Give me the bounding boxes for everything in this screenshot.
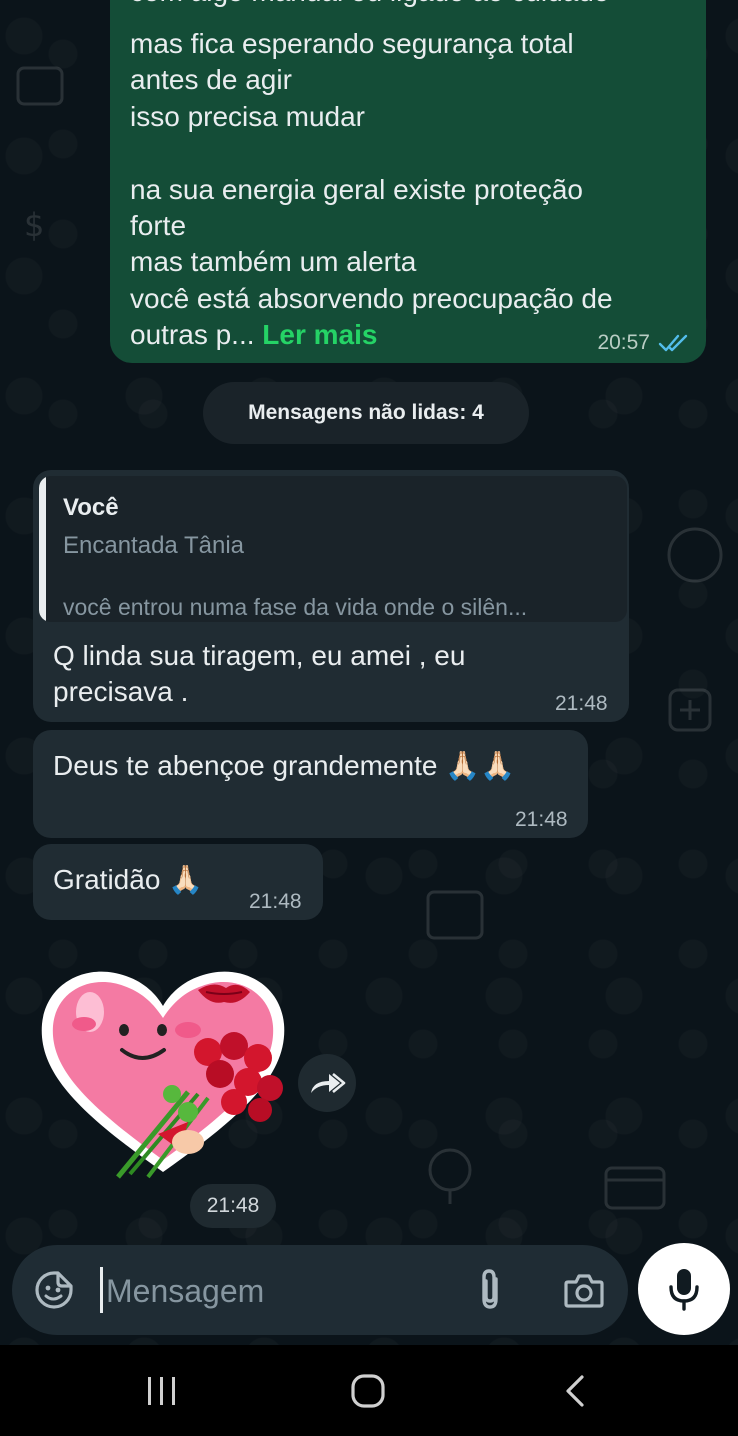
message-line	[130, 135, 690, 171]
home-icon[interactable]	[348, 1371, 388, 1411]
quote-author: Você	[63, 494, 119, 521]
quote-preview-text: você entrou numa fase da vida onde o sil…	[63, 594, 528, 620]
back-icon[interactable]	[560, 1373, 590, 1409]
message-line: isso precisa mudar	[130, 100, 365, 132]
wallpaper-doodle-icon	[426, 890, 484, 940]
incoming-message-bubble[interactable]: Gratidão 🙏🏻 21:48	[33, 844, 323, 920]
message-time: 20:57	[597, 331, 650, 354]
message-text: Q linda sua tiragem, eu amei , eu precis…	[53, 638, 465, 710]
sticker-emoji-icon[interactable]	[34, 1270, 74, 1310]
wallpaper-doodle-icon	[604, 1166, 666, 1210]
double-check-read-icon	[658, 334, 688, 352]
message-time: 21:48	[515, 808, 568, 831]
wallpaper-doodle-icon: $	[24, 206, 44, 244]
svg-text:$: $	[24, 206, 44, 244]
message-line: forte	[130, 209, 187, 241]
message-line: Q linda sua tiragem, eu amei , eu	[53, 640, 466, 671]
message-composer	[12, 1245, 628, 1335]
message-line: com algo manual ou ligado ao cuidado	[130, 0, 690, 10]
camera-icon[interactable]	[564, 1272, 604, 1308]
microphone-icon	[669, 1269, 699, 1311]
message-text: Gratidão 🙏🏻	[53, 864, 204, 895]
unread-messages-banner: Mensagens não lidas: 4	[203, 382, 529, 444]
read-more-link[interactable]: Ler mais	[262, 319, 377, 350]
system-navigation-bar	[0, 1345, 738, 1436]
message-time: 21:48	[249, 890, 302, 913]
message-line: mas também um alerta	[130, 246, 417, 278]
sticker-time: 21:48	[190, 1184, 276, 1228]
quote-contact-name: Encantada Tânia	[63, 532, 245, 559]
text-caret	[100, 1267, 103, 1313]
outgoing-message-text: com algo manual ou ligado ao cuidado mas…	[130, 0, 690, 354]
recent-apps-icon[interactable]	[144, 1375, 180, 1407]
message-line: na sua energia geral existe proteção	[130, 173, 583, 205]
quoted-message[interactable]: Você Encantada Tânia você entrou numa fa…	[39, 476, 627, 622]
outgoing-message-bubble[interactable]: com algo manual ou ligado ao cuidado mas…	[110, 0, 706, 363]
message-line: você está absorvendo preocupação de	[130, 282, 613, 314]
forward-icon	[311, 1072, 346, 1094]
wallpaper-doodle-icon	[668, 688, 712, 732]
message-line: antes de agir	[130, 64, 292, 96]
heart-with-roses-sticker-icon[interactable]	[38, 962, 288, 1187]
message-meta: 20:57	[597, 331, 690, 355]
message-input[interactable]	[104, 1265, 468, 1317]
message-text: Deus te abençoe grandemente 🙏🏻🙏🏻	[53, 750, 515, 781]
message-line: mas fica esperando segurança total	[130, 28, 574, 59]
wallpaper-doodle-icon	[428, 1148, 472, 1204]
quote-accent-bar	[39, 476, 46, 622]
voice-record-button[interactable]	[638, 1243, 730, 1335]
message-line: precisava .	[53, 676, 189, 707]
incoming-message-bubble[interactable]: Deus te abençoe grandemente 🙏🏻🙏🏻 21:48	[33, 730, 588, 838]
wallpaper-doodle-icon	[667, 527, 723, 583]
forward-button[interactable]	[298, 1054, 356, 1112]
attach-clip-icon[interactable]	[476, 1267, 504, 1313]
incoming-message-bubble[interactable]: Você Encantada Tânia você entrou numa fa…	[33, 470, 629, 722]
message-time: 21:48	[555, 692, 608, 715]
wallpaper-doodle-icon	[16, 66, 64, 106]
